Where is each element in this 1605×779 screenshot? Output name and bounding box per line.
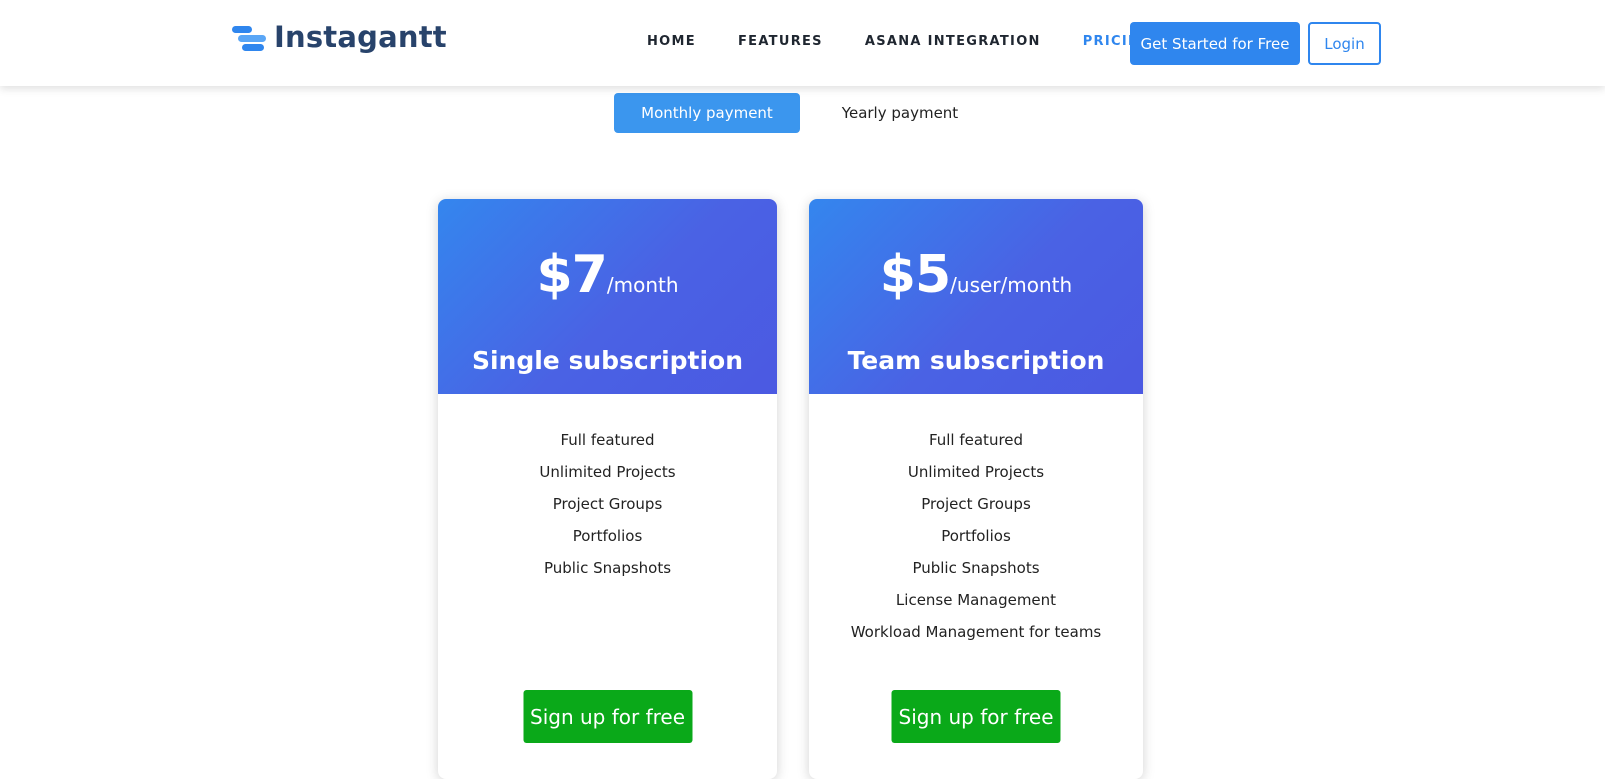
- get-started-button[interactable]: Get Started for Free: [1130, 22, 1300, 65]
- feature-list: Full featured Unlimited Projects Project…: [438, 394, 777, 584]
- price-amount: $7: [536, 245, 607, 305]
- nav-asana-integration[interactable]: ASANA INTEGRATION: [865, 34, 1041, 49]
- nav-features[interactable]: FEATURES: [738, 34, 823, 49]
- feature-item: Portfolios: [941, 527, 1011, 545]
- feature-item: Unlimited Projects: [907, 463, 1045, 481]
- pricing-card-team: $5/user/month Team subscription Full fea…: [809, 199, 1143, 779]
- yearly-payment-tab[interactable]: Yearly payment: [818, 93, 982, 133]
- feature-item: Public Snapshots: [543, 559, 672, 577]
- site-header: Instagantt HOME FEATURES ASANA INTEGRATI…: [0, 0, 1605, 86]
- feature-item: Full featured: [560, 431, 655, 449]
- feature-item: Public Snapshots: [912, 559, 1040, 577]
- feature-item: License Management: [895, 591, 1057, 609]
- sign-up-button[interactable]: Sign up for free: [891, 690, 1061, 743]
- price-period: /user/month: [950, 273, 1073, 297]
- monthly-payment-tab[interactable]: Monthly payment: [614, 93, 800, 133]
- pricing-card-header: $7/month Single subscription: [438, 199, 777, 394]
- pricing-card-single: $7/month Single subscription Full featur…: [438, 199, 777, 779]
- feature-item: Portfolios: [572, 527, 643, 545]
- billing-toggle: Monthly payment Yearly payment: [0, 93, 1605, 133]
- plan-price: $7/month: [438, 245, 777, 305]
- main-nav: HOME FEATURES ASANA INTEGRATION PRICING: [647, 34, 1194, 49]
- feature-item: Full featured: [928, 431, 1024, 449]
- price-period: /month: [606, 273, 679, 297]
- feature-item: Project Groups: [552, 495, 663, 513]
- pricing-card-header: $5/user/month Team subscription: [809, 199, 1143, 394]
- plan-name: Team subscription: [847, 346, 1105, 375]
- nav-home[interactable]: HOME: [647, 34, 696, 49]
- instagantt-logo-icon: [232, 22, 266, 52]
- price-amount: $5: [879, 245, 951, 305]
- plan-price: $5/user/month: [809, 245, 1143, 305]
- feature-list: Full featured Unlimited Projects Project…: [809, 394, 1143, 648]
- feature-item: Project Groups: [921, 495, 1031, 513]
- brand-logo[interactable]: Instagantt: [232, 20, 447, 54]
- plan-name: Single subscription: [471, 346, 744, 375]
- login-button[interactable]: Login: [1308, 22, 1381, 65]
- feature-item: Workload Management for teams: [850, 623, 1102, 641]
- brand-name: Instagantt: [274, 20, 447, 54]
- sign-up-button[interactable]: Sign up for free: [523, 690, 692, 743]
- feature-item: Unlimited Projects: [539, 463, 676, 481]
